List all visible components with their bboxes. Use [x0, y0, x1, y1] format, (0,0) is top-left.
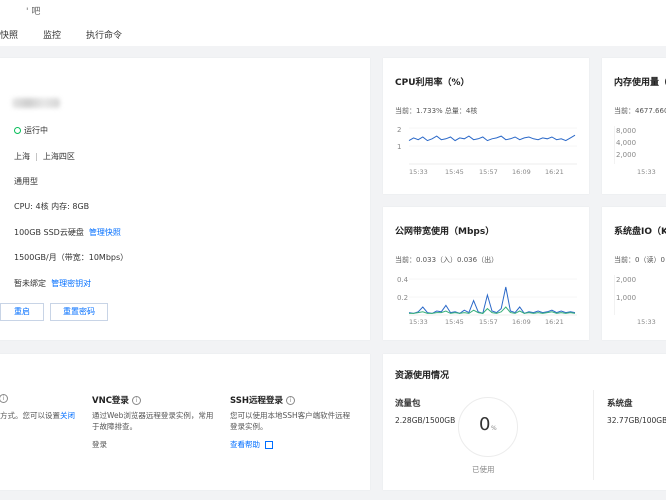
disable-password-link[interactable]: 关闭	[60, 411, 75, 420]
cpu-x-tick: 16:09	[512, 168, 531, 176]
ssh-info-icon[interactable]: i	[285, 396, 295, 405]
zone: 上海四区	[42, 152, 75, 161]
divider	[593, 390, 594, 480]
ssh-login-desc: 您可以使用本地SSH客户端软件远程登录实例。	[230, 411, 351, 431]
region-separator: |	[35, 152, 38, 161]
top-bar: ' 吧 快照 监控 执行命令	[0, 0, 666, 46]
instance-name-redacted	[12, 98, 60, 108]
tab-monitor[interactable]: 监控	[43, 28, 61, 41]
restart-button[interactable]: 重启	[0, 303, 44, 321]
cpu-current: 当前：1.733% 总量：4核	[395, 107, 478, 115]
cpu-y-tick-2: 2	[397, 126, 401, 134]
ssh-login-title: SSH远程登录 i	[230, 394, 295, 406]
bandwidth-x-tick: 15:45	[445, 318, 464, 326]
memory-y-tick: 2,000	[616, 151, 636, 159]
bandwidth-x-tick: 15:33	[409, 318, 428, 326]
traffic-usage-ring: 0 %	[458, 397, 518, 457]
traffic-package-label: 流量包	[395, 399, 421, 409]
memory-title: 内存使用量（	[614, 78, 666, 88]
page-title: ' 吧	[26, 7, 41, 17]
ssh-help-line[interactable]: 查看帮助	[230, 439, 274, 450]
bandwidth-x-tick: 16:09	[512, 318, 531, 326]
system-disk-value: 32.77GB/100GB	[607, 416, 666, 425]
disk-io-current: 当前：0（读）0	[614, 256, 665, 264]
cpu-memory-spec: CPU: 4核 内存: 8GB	[14, 202, 90, 211]
cpu-x-tick: 15:45	[445, 168, 464, 176]
cpu-y-tick-1: 1	[397, 143, 401, 151]
manage-keypair-link[interactable]: 管理密钥对	[51, 279, 91, 288]
bandwidth-y-tick-0.4: 0.4	[397, 276, 409, 284]
vnc-title-text: VNC登录	[92, 396, 129, 406]
memory-y-tick: 4,000	[616, 139, 636, 147]
password-login-text: 方式。您可以设置	[0, 411, 60, 420]
manage-snapshot-link[interactable]: 管理快照	[89, 228, 121, 237]
traffic-spec: 1500GB/月（带宽：10Mbps）	[14, 253, 129, 262]
tab-snapshot[interactable]: 快照	[0, 28, 18, 41]
disk-io-y-tick: 1,000	[616, 294, 636, 302]
bandwidth-x-tick: 16:21	[545, 318, 564, 326]
disk-spec: 100GB SSD云硬盘	[14, 228, 84, 237]
cpu-title: CPU利用率（%）	[395, 78, 470, 88]
bind-status: 暂未绑定	[14, 279, 46, 288]
keypair-line: 暂未绑定 管理密钥对	[14, 278, 91, 289]
cpu-line-chart: 2 1 15:33 15:45 15:57 16:09 16:21	[397, 126, 577, 176]
ring-value: 0	[479, 414, 491, 435]
password-login-desc: 方式。您可以设置关闭	[0, 410, 84, 421]
bandwidth-title: 公网带宽使用（Mbps）	[395, 227, 495, 237]
instance-type: 通用型	[14, 177, 38, 186]
region-line: 上海 | 上海四区	[14, 151, 75, 162]
bandwidth-line-chart: 0.4 0.2 15:33 15:45 15:57 16:09 16:21	[397, 276, 577, 326]
memory-x-tick: 15:33	[637, 168, 656, 176]
region: 上海	[14, 152, 30, 161]
running-status-icon	[14, 127, 21, 134]
vnc-info-icon[interactable]: i	[131, 396, 141, 405]
memory-y-tick: 8,000	[616, 127, 636, 135]
memory-line-chart: 8,000 4,000 2,000 15:33	[614, 126, 656, 176]
cpu-metric-card: CPU利用率（%） 当前：1.733% 总量：4核 2 1 15:33 15:4…	[383, 58, 589, 194]
bandwidth-y-tick-0.2: 0.2	[397, 294, 408, 302]
cpu-x-tick: 15:33	[409, 168, 428, 176]
disk-io-line-chart: 2,000 1,000 15:33	[614, 275, 656, 326]
disk-line: 100GB SSD云硬盘 管理快照	[14, 227, 121, 238]
cpu-x-tick: 16:21	[545, 168, 564, 176]
ssh-help-link[interactable]: 查看帮助	[230, 440, 260, 449]
traffic-package-value: 2.28GB/1500GB	[395, 416, 456, 425]
bandwidth-series-0	[408, 286, 576, 315]
memory-metric-card: 内存使用量（ 当前：4677.660 8,000 4,000 2,000 15:…	[602, 58, 666, 194]
instance-info-card: 运行中 上海 | 上海四区 通用型 CPU: 4核 内存: 8GB 100GB …	[0, 58, 370, 340]
vnc-login-desc: 通过Web浏览器远程登录实例，常用于故障排查。	[92, 411, 214, 431]
resource-usage-title: 资源使用情况	[395, 371, 450, 381]
disk-io-y-tick: 2,000	[616, 276, 636, 284]
disk-io-metric-card: 系统盘IO（K 当前：0（读）0 2,000 1,000 15:33	[602, 207, 666, 340]
vnc-login-link[interactable]: 登录	[92, 439, 107, 450]
login-info-icon: i	[0, 394, 8, 403]
vnc-login-title: VNC登录 i	[92, 394, 141, 406]
status-line: 运行中	[14, 125, 48, 136]
disk-io-title: 系统盘IO（K	[614, 227, 666, 237]
login-methods-card: i 方式。您可以设置关闭 VNC登录 i 通过Web浏览器远程登录实例，常用于故障…	[0, 354, 370, 490]
resource-usage-card: 资源使用情况 流量包 2.28GB/1500GB 已使用 系统盘 32.77GB…	[383, 354, 666, 490]
bandwidth-x-tick: 15:57	[479, 318, 498, 326]
status-text: 运行中	[24, 126, 48, 135]
reset-password-button[interactable]: 重置密码	[50, 303, 108, 321]
system-disk-label: 系统盘	[607, 399, 633, 409]
used-label: 已使用	[472, 465, 495, 474]
cpu-x-tick: 15:57	[479, 168, 498, 176]
tab-run-command[interactable]: 执行命令	[86, 28, 122, 41]
disk-io-x-tick: 15:33	[637, 318, 656, 326]
ssh-title-text: SSH远程登录	[230, 396, 283, 406]
ring-unit: %	[491, 425, 497, 432]
bandwidth-current: 当前：0.033（入）0.036（出）	[395, 256, 499, 264]
cpu-series-0	[408, 134, 576, 142]
external-link-icon	[265, 441, 274, 449]
bandwidth-metric-card: 公网带宽使用（Mbps） 当前：0.033（入）0.036（出） 0.4 0.2…	[383, 207, 589, 340]
memory-current: 当前：4677.660	[614, 107, 666, 115]
